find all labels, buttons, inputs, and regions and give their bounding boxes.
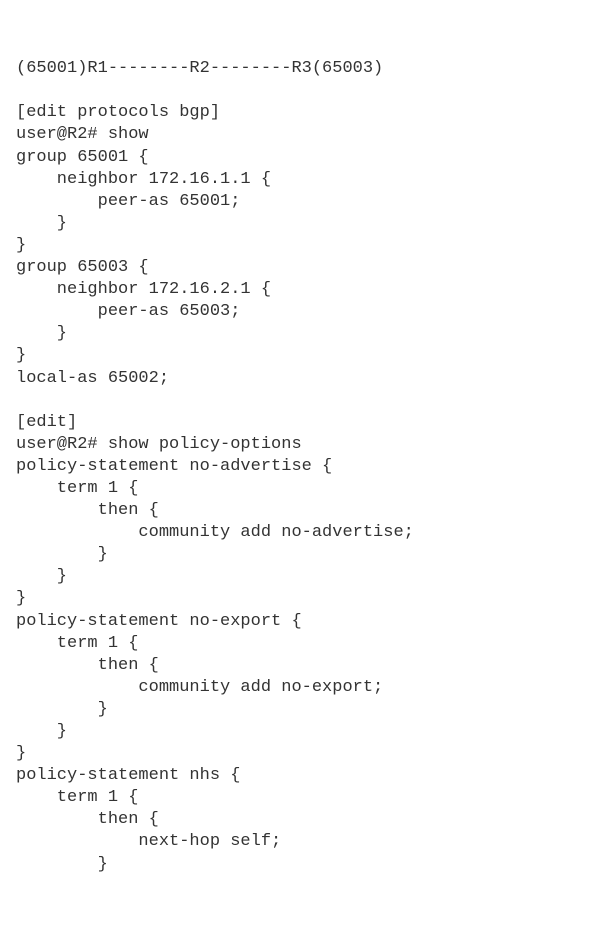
cli-output: (65001)R1--------R2--------R3(65003) [ed…: [16, 59, 414, 873]
